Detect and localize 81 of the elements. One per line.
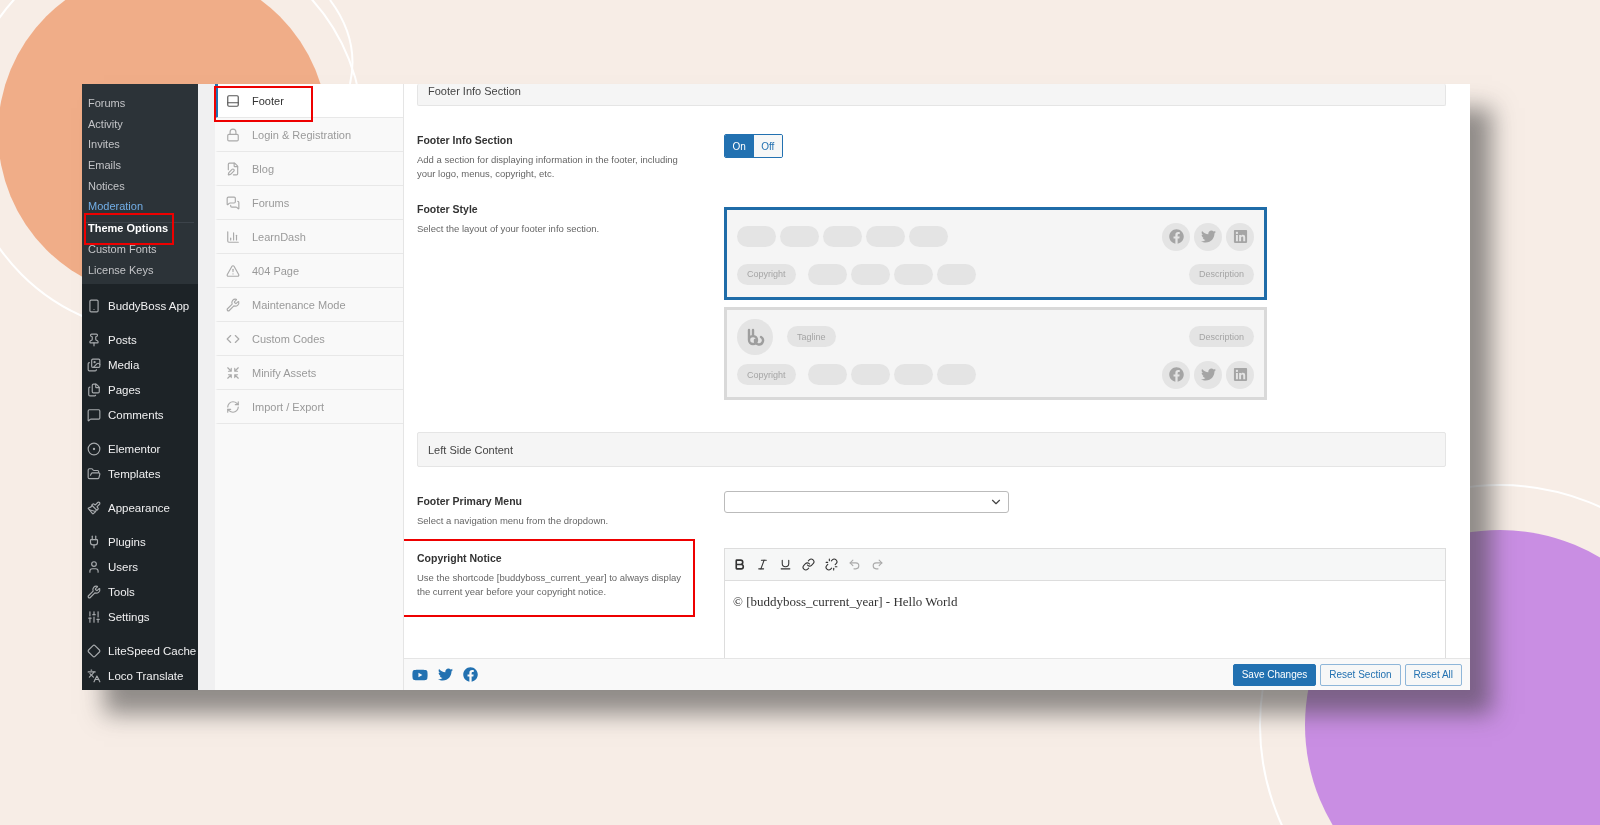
menu-item[interactable]: Tools [82, 579, 198, 605]
plug-icon [87, 534, 101, 549]
submenu-item[interactable]: License Keys [82, 259, 198, 281]
field-description: Select the layout of your footer info section. [417, 222, 601, 236]
menu-item[interactable]: Appearance [82, 495, 198, 521]
menu-item[interactable]: Pages [82, 377, 198, 403]
facebook-icon [1162, 222, 1190, 251]
submenu-item[interactable]: Invites [82, 134, 198, 156]
paintbrush-icon [87, 500, 101, 515]
rich-text-editor[interactable]: © [buddyboss_current_year] - Hello World [724, 548, 1446, 658]
field-description: Select a navigation menu from the dropdown. [417, 514, 610, 528]
linkedin-icon [1226, 360, 1254, 389]
facebook-icon [1162, 360, 1190, 389]
user-icon [87, 559, 101, 574]
submenu-item[interactable]: Custom Fonts [82, 238, 198, 260]
panel-icon [226, 93, 240, 108]
menu-item[interactable]: Loco Translate [82, 663, 198, 689]
shrink-icon [226, 365, 240, 380]
section-header: Footer Info Section [417, 84, 1446, 106]
unlink-icon[interactable] [825, 558, 838, 571]
on-off-toggle[interactable]: On Off [724, 134, 783, 158]
menu-item[interactable]: Templates [82, 461, 198, 487]
bold-icon[interactable] [733, 558, 746, 571]
menu-item[interactable]: Elementor [82, 436, 198, 462]
twitter-icon [1194, 360, 1222, 389]
submenu-item[interactable]: Activity [82, 113, 198, 135]
description-pill: Description [1188, 326, 1254, 347]
submenu-item[interactable]: Forums [82, 93, 198, 114]
submenu-item[interactable]: Moderation [82, 196, 198, 218]
field-label: Copyright Notice [417, 552, 503, 565]
field-description: Add a section for displaying information in the footer, including your logo, menus, copyright, etc. [417, 153, 679, 181]
menu-item[interactable]: Settings [82, 604, 198, 630]
bar-chart-icon [226, 229, 240, 244]
menu-item[interactable]: BuddyBoss App [82, 293, 198, 319]
action-button[interactable]: Reset All [1404, 663, 1462, 686]
pin-icon [87, 332, 101, 347]
field-label: Footer Style [417, 203, 479, 216]
copyright-pill: Copyright [737, 263, 796, 285]
editor-text: © [buddyboss_current_year] - Hello World [732, 593, 959, 611]
section-header: Left Side Content [417, 432, 1446, 467]
menu-item[interactable]: Plugins [82, 529, 198, 555]
submenu-item[interactable]: Emails [82, 155, 198, 176]
submenu-item[interactable]: Notices [82, 175, 198, 197]
underline-icon[interactable] [779, 558, 792, 571]
field-label: Footer Primary Menu [417, 495, 524, 508]
lock-icon [226, 127, 240, 142]
edit-document-icon [226, 161, 240, 176]
twitter-icon[interactable] [438, 667, 453, 682]
linkedin-icon [1226, 222, 1254, 251]
twitter-icon [1194, 222, 1222, 251]
action-button[interactable]: Save Changes [1232, 663, 1317, 686]
refresh-icon [226, 399, 240, 414]
menu-item[interactable]: LiteSpeed Cache [82, 638, 198, 664]
menu-item[interactable]: Media [82, 352, 198, 378]
italic-icon[interactable] [756, 558, 769, 571]
menu-item[interactable]: Comments [82, 402, 198, 428]
phone-icon [87, 298, 101, 313]
description-pill: Description [1188, 263, 1254, 285]
chat-bubbles-icon [226, 195, 240, 210]
copyright-pill: Copyright [737, 364, 796, 385]
warning-icon [226, 263, 240, 278]
wrench-icon [87, 584, 101, 599]
pages-icon [87, 382, 101, 397]
images-icon [87, 357, 101, 372]
diamond-icon [87, 643, 101, 658]
link-icon[interactable] [802, 558, 815, 571]
field-description: Use the shortcode [buddyboss_current_year] to always display the current year before your copyright notice. [417, 571, 683, 599]
folder-icon [87, 466, 101, 481]
menu-item[interactable]: Posts [82, 327, 198, 353]
submenu-item[interactable]: Theme Options [82, 218, 198, 239]
comment-icon [87, 407, 101, 422]
circle-icon [87, 441, 101, 456]
field-label: Footer Info Section [417, 134, 514, 147]
tagline-pill: Tagline [787, 326, 836, 347]
action-button[interactable]: Reset Section [1320, 663, 1401, 686]
facebook-icon[interactable] [463, 667, 478, 682]
sliders-icon [87, 609, 101, 624]
translate-icon [87, 668, 101, 683]
menu-item[interactable]: Users [82, 554, 198, 580]
wrench-icon [226, 297, 240, 312]
logo-icon [737, 318, 773, 355]
